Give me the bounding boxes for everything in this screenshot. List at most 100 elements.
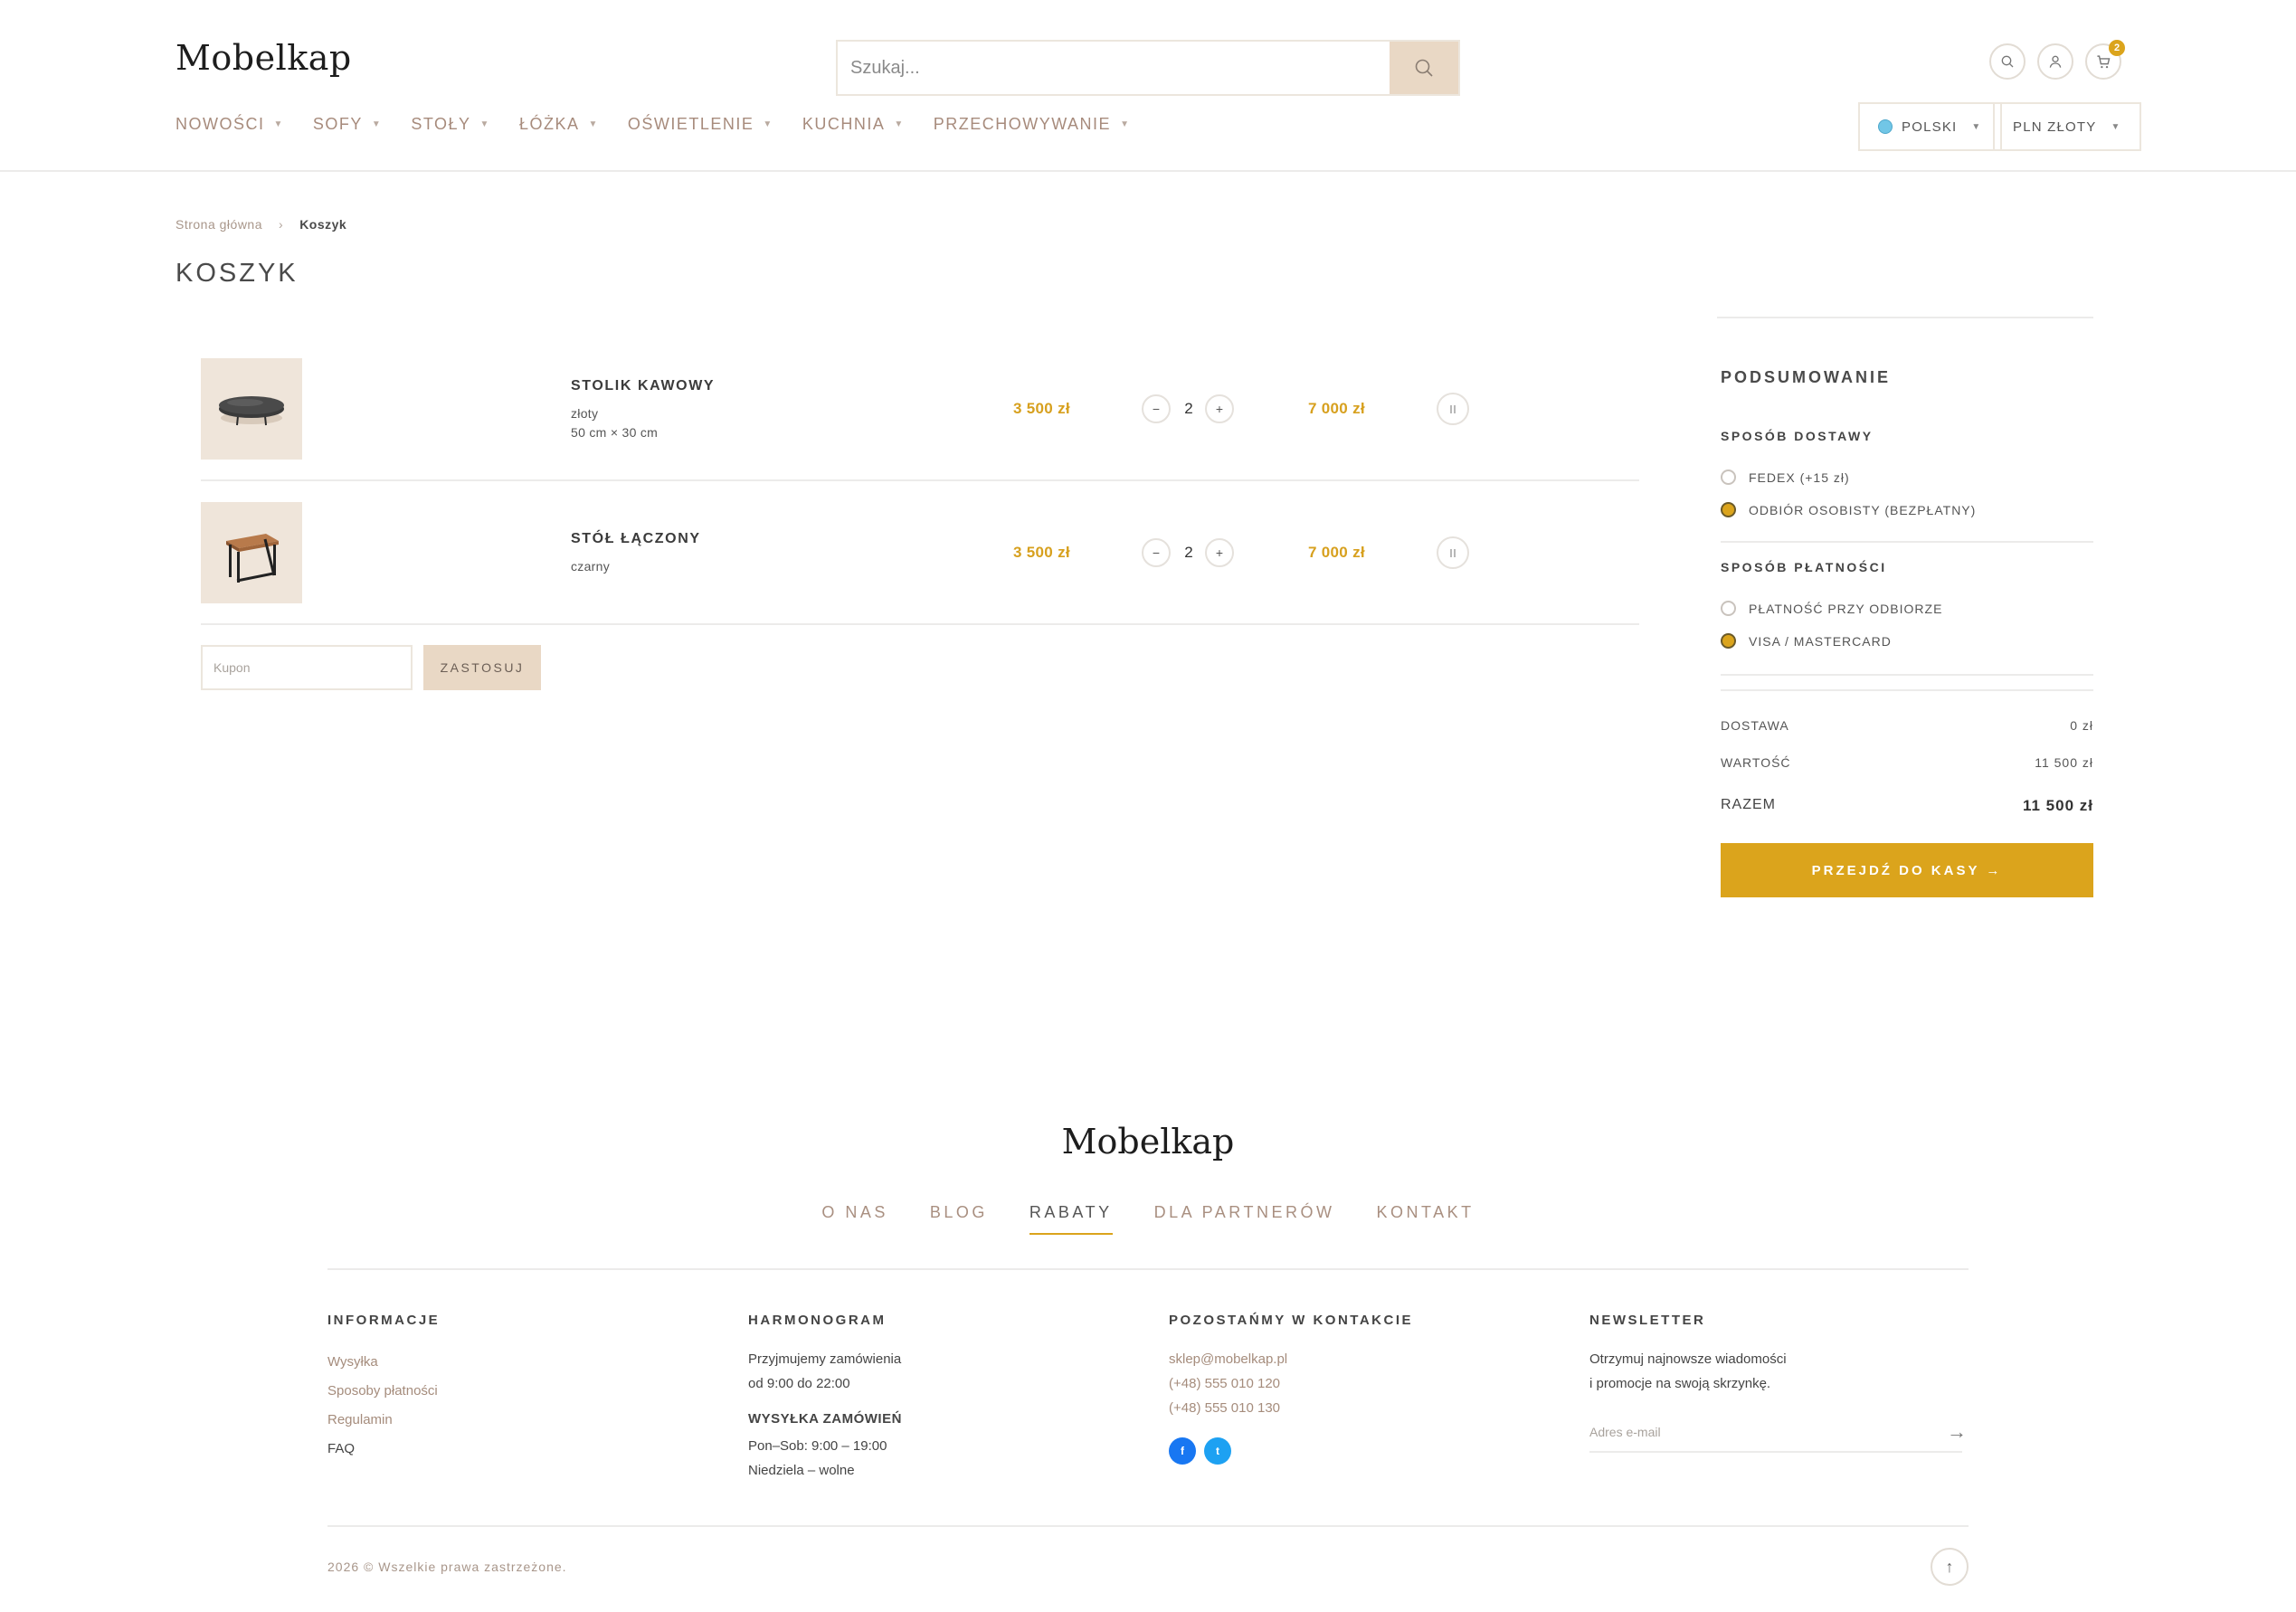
footer-logo[interactable]: Mobelkap <box>0 1122 2296 1162</box>
caret-down-icon: ▼ <box>588 119 599 129</box>
apply-coupon-button[interactable]: ZASTOSUJ <box>423 645 541 690</box>
nav-item-stoly[interactable]: STOŁY ▼ <box>411 115 490 134</box>
payment-option-cod[interactable]: PŁATNOŚĆ PRZY ODBIORZE <box>1721 601 1942 616</box>
newsletter-email-input[interactable] <box>1589 1413 1962 1453</box>
footer-link-wysylka[interactable]: Wysyłka <box>327 1348 438 1377</box>
line-total: 7 000 zł <box>1308 400 1365 417</box>
copyright: 2026 © Wszelkie prawa zastrzeżone. <box>327 1560 567 1574</box>
shipping-value: 0 zł <box>2070 718 2093 733</box>
header-divider <box>0 170 2296 172</box>
language-label: POLSKI <box>1902 119 1958 135</box>
qty-increase-button[interactable]: + <box>1205 538 1234 567</box>
qty-increase-button[interactable]: + <box>1205 394 1234 423</box>
nav-item-lozka[interactable]: ŁÓŻKA ▼ <box>519 115 599 134</box>
delivery-option-fedex[interactable]: FEDEX (+15 zł) <box>1721 469 1850 485</box>
qty-decrease-button[interactable]: − <box>1142 538 1171 567</box>
value-row: WARTOŚĆ 11 500 zł <box>1721 755 2093 770</box>
total-row: RAZEM 11 500 zł <box>1721 797 2093 815</box>
cart-count-badge: 2 <box>2109 40 2125 56</box>
breadcrumb-separator: › <box>279 217 284 232</box>
qty-value[interactable]: 2 <box>1172 400 1205 418</box>
option-label: ODBIÓR OSOBISTY (BEZPŁATNY) <box>1749 502 1977 517</box>
search-input[interactable] <box>838 42 1390 94</box>
nav-label: NOWOŚCI <box>176 115 265 133</box>
payment-title: SPOSÓB PŁATNOŚCI <box>1721 560 1887 574</box>
shipping-row: DOSTAWA 0 zł <box>1721 718 2093 733</box>
checkout-button[interactable]: PRZEJDŹ DO KASY → <box>1721 843 2093 897</box>
newsletter-block: Otrzymuj najnowsze wiadomości i promocje… <box>1589 1347 1787 1396</box>
contact-phone[interactable]: (+48) 555 010 130 <box>1169 1396 1287 1420</box>
currency-label: PLN ZŁOTY <box>2013 119 2097 135</box>
contact-email[interactable]: sklep@mobelkap.pl <box>1169 1347 1287 1371</box>
account-button[interactable] <box>2037 43 2073 80</box>
nav-label: SOFY <box>312 115 363 133</box>
footer-link-faq[interactable]: FAQ <box>327 1435 438 1464</box>
nav-label: KUCHNIA <box>802 115 886 133</box>
nav-item-przechowywanie[interactable]: PRZECHOWYWANIE ▼ <box>934 115 1131 134</box>
schedule-line: Pon–Sob: 9:00 – 19:00 <box>748 1438 887 1454</box>
product-name[interactable]: STÓŁ ŁĄCZONY <box>571 531 701 547</box>
line-total: 7 000 zł <box>1308 544 1365 561</box>
caret-down-icon: ▼ <box>371 119 383 129</box>
summary-divider <box>1721 674 2093 676</box>
footer-nav-rabaty[interactable]: RABATY <box>1029 1203 1113 1235</box>
qty-decrease-button[interactable]: − <box>1142 394 1171 423</box>
nav-label: OŚWIETLENIE <box>627 115 754 133</box>
table-image <box>226 534 279 583</box>
delivery-title: SPOSÓB DOSTAWY <box>1721 429 1874 443</box>
flag-icon <box>1878 119 1893 134</box>
nav-item-nowosci[interactable]: NOWOŚCI ▼ <box>176 115 284 134</box>
site-logo[interactable]: Mobelkap <box>176 38 352 78</box>
row-divider <box>201 623 1639 625</box>
header-search-button[interactable] <box>1989 43 2026 80</box>
coupon-input[interactable] <box>201 645 413 690</box>
footer-nav-kontakt[interactable]: KONTAKT <box>1376 1203 1474 1235</box>
language-select[interactable]: POLSKI ▼ <box>1858 102 2002 151</box>
footer-nav-o-nas[interactable]: O NAS <box>821 1203 888 1235</box>
caret-down-icon: ▼ <box>1120 119 1131 129</box>
search-icon <box>2001 55 2014 68</box>
footer-link-platnosci[interactable]: Sposoby płatności <box>327 1377 438 1406</box>
payment-option-card[interactable]: VISA / MASTERCARD <box>1721 633 1892 649</box>
product-image-stolik-kawowy[interactable] <box>201 358 302 460</box>
caret-down-icon: ▼ <box>763 119 773 129</box>
unit-price: 3 500 zł <box>1013 544 1070 561</box>
remove-item-button[interactable] <box>1437 393 1469 425</box>
footer-link-regulamin[interactable]: Regulamin <box>327 1406 438 1435</box>
radio-checked[interactable] <box>1721 633 1736 649</box>
newsletter-submit-arrow-icon[interactable]: → <box>1947 1420 1967 1444</box>
product-image-stol-laczony[interactable] <box>201 502 302 603</box>
qty-value[interactable]: 2 <box>1172 544 1205 562</box>
cart-icon <box>2096 54 2110 68</box>
search-icon <box>1415 59 1433 77</box>
twitter-icon[interactable]: t <box>1204 1437 1231 1465</box>
schedule-line: Przyjmujemy zamówienia <box>748 1351 902 1367</box>
contact-phone[interactable]: (+48) 555 010 120 <box>1169 1371 1287 1396</box>
radio-unchecked[interactable] <box>1721 601 1736 616</box>
nav-item-oswietlenie[interactable]: OŚWIETLENIE ▼ <box>628 115 773 134</box>
schedule-line: od 9:00 do 22:00 <box>748 1376 850 1391</box>
nav-item-kuchnia[interactable]: KUCHNIA ▼ <box>802 115 905 134</box>
facebook-icon[interactable]: f <box>1169 1437 1196 1465</box>
shipping-title: WYSYŁKA ZAMÓWIEŃ <box>748 1411 902 1427</box>
breadcrumb-home[interactable]: Strona główna <box>176 217 262 232</box>
info-links: Wysyłka Sposoby płatności Regulamin FAQ <box>327 1348 438 1464</box>
radio-unchecked[interactable] <box>1721 469 1736 485</box>
product-name[interactable]: STOLIK KAWOWY <box>571 378 715 394</box>
footer-nav-partnerzy[interactable]: DLA PARTNERÓW <box>1154 1203 1335 1235</box>
scroll-top-button[interactable]: ↑ <box>1931 1548 1969 1586</box>
search-button[interactable] <box>1390 42 1458 94</box>
radio-checked[interactable] <box>1721 502 1736 517</box>
summary-divider <box>1721 541 2093 543</box>
caret-down-icon: ▼ <box>1971 121 1982 132</box>
newsletter-text: i promocje na swoją skrzynkę. <box>1589 1376 1771 1391</box>
delivery-option-pickup[interactable]: ODBIÓR OSOBISTY (BEZPŁATNY) <box>1721 502 1976 517</box>
currency-select[interactable]: PLN ZŁOTY ▼ <box>1993 102 2141 151</box>
nav-item-sofy[interactable]: SOFY ▼ <box>313 115 382 134</box>
footer-nav-blog[interactable]: BLOG <box>930 1203 988 1235</box>
breadcrumb: Strona główna › Koszyk <box>176 217 346 232</box>
trash-icon <box>1450 549 1456 557</box>
summary-top-divider <box>1717 317 2093 318</box>
remove-item-button[interactable] <box>1437 536 1469 569</box>
newsletter-title: NEWSLETTER <box>1589 1313 1706 1328</box>
